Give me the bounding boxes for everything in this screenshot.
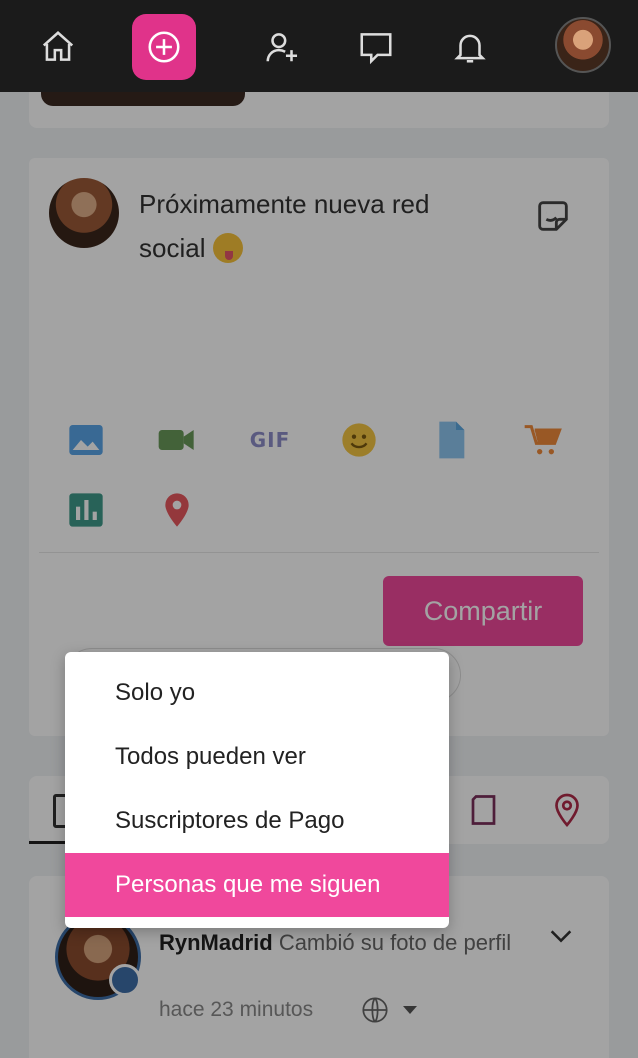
post-composer: Próximamente nueva red social GIF Compar…: [29, 158, 609, 736]
privacy-option-paid-subscribers[interactable]: Suscriptores de Pago: [65, 789, 449, 853]
smiley-icon: [342, 423, 376, 457]
poll-chart-icon: [69, 493, 103, 527]
poll-button[interactable]: [64, 488, 108, 532]
caret-down-icon[interactable]: [403, 1006, 417, 1014]
divider: [39, 552, 599, 553]
privacy-option-everyone[interactable]: Todos pueden ver: [65, 725, 449, 789]
winking-tongue-emoji: [212, 233, 243, 263]
chat-icon: [360, 33, 392, 65]
shop-button[interactable]: [521, 418, 565, 462]
page-icon: [471, 795, 496, 825]
notifications-button[interactable]: [438, 14, 502, 80]
location-icon: [555, 793, 579, 828]
create-post-button[interactable]: [132, 14, 196, 80]
home-button[interactable]: [26, 14, 90, 80]
location-button[interactable]: [155, 488, 199, 532]
privacy-dropdown-menu: Solo yo Todos pueden ver Suscriptores de…: [65, 652, 449, 928]
video-icon: [158, 430, 194, 450]
feed-activity-text: RynMadrid Cambió su foto de perfil: [159, 928, 519, 958]
verified-badge-icon: [109, 964, 141, 996]
plus-circle-icon: [148, 31, 180, 63]
share-button[interactable]: Compartir: [383, 576, 583, 646]
home-icon: [42, 31, 74, 61]
messages-button[interactable]: [344, 14, 408, 80]
file-button[interactable]: [429, 418, 473, 462]
post-text-input[interactable]: Próximamente nueva red social: [139, 182, 499, 270]
gif-icon: GIF: [249, 428, 291, 452]
feed-username[interactable]: RynMadrid: [159, 930, 273, 955]
globe-icon: [362, 997, 388, 1023]
privacy-option-followers[interactable]: Personas que me siguen: [65, 853, 449, 917]
map-pin-icon: [165, 493, 189, 527]
add-user-icon: [266, 33, 298, 62]
video-button[interactable]: [155, 418, 199, 462]
image-icon: [69, 425, 103, 455]
privacy-option-only-me[interactable]: Solo yo: [65, 661, 449, 725]
sticker-button[interactable]: [533, 196, 573, 236]
image-button[interactable]: [64, 418, 108, 462]
chevron-down-icon[interactable]: [547, 922, 575, 950]
feed-action: Cambió su foto de perfil: [278, 930, 512, 955]
file-icon: [439, 421, 465, 459]
add-friend-button[interactable]: [250, 14, 314, 80]
gif-button[interactable]: GIF: [245, 418, 295, 462]
avatar: [49, 178, 119, 248]
tab-pages[interactable]: [467, 792, 503, 828]
sticker-icon: [538, 201, 568, 231]
bell-icon: [454, 34, 486, 63]
tab-places[interactable]: [549, 792, 585, 828]
post-timestamp[interactable]: hace 23 minutos: [159, 998, 313, 1022]
emoji-button[interactable]: [337, 418, 381, 462]
cart-icon: [524, 425, 562, 455]
post-text: Próximamente nueva red social: [139, 189, 430, 263]
profile-avatar[interactable]: [555, 17, 611, 73]
top-nav-bar: [0, 0, 638, 92]
